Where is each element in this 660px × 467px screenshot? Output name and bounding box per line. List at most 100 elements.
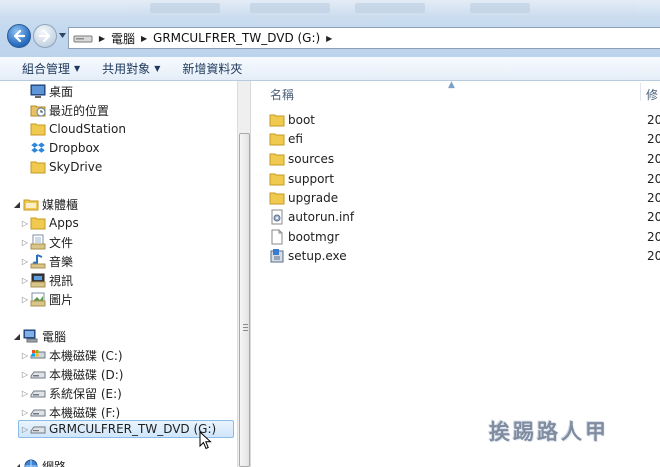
- file-date: 20: [647, 191, 660, 205]
- share-with-menu-button[interactable]: 共用對象 ▼: [102, 60, 160, 77]
- window-chrome: ▶ 電腦 ▶ GRMCULFRER_TW_DVD (G:) ▶: [0, 0, 660, 57]
- forward-arrow-icon: [38, 29, 51, 43]
- breadcrumb-separator[interactable]: ▶: [139, 34, 149, 43]
- folder-icon: [269, 192, 285, 205]
- nav-item-label: GRMCULFRER_TW_DVD (G:): [49, 422, 217, 436]
- dvd-drive-icon: [73, 35, 93, 43]
- nav-item-label: 視訊: [49, 273, 74, 288]
- dvd-drive-icon: [30, 426, 46, 434]
- folder-icon: [269, 114, 285, 127]
- pictures-library-icon: [30, 292, 46, 307]
- nav-item-label: 本機磁碟 (D:): [49, 367, 124, 382]
- background-taskbar-strip: [0, 0, 660, 18]
- file-row-setup[interactable]: setup.exe 20: [251, 247, 660, 265]
- recent-places-icon: [30, 105, 46, 117]
- desktop-icon: [30, 84, 46, 98]
- music-library-icon: [30, 254, 46, 269]
- file-name: autorun.inf: [288, 210, 355, 224]
- command-bar: 組合管理 ▼ 共用對象 ▼ 新增資料夾: [0, 57, 660, 81]
- folder-icon: [30, 217, 46, 230]
- file-date: 20: [647, 210, 660, 224]
- folder-icon: [269, 173, 285, 186]
- back-arrow-icon: [13, 29, 26, 43]
- nav-item-label: 本機磁碟 (F:): [49, 405, 121, 420]
- file-name: efi: [288, 132, 303, 146]
- file-name: setup.exe: [288, 249, 347, 263]
- file-date: 20: [647, 132, 660, 146]
- file-name: boot: [288, 113, 316, 127]
- organize-label: 組合管理: [22, 62, 71, 76]
- share-with-label: 共用對象: [102, 62, 151, 76]
- folder-icon: [30, 123, 46, 136]
- nav-item-label: Apps: [49, 216, 79, 230]
- file-name: support: [288, 172, 335, 186]
- nav-item-label: SkyDrive: [49, 160, 103, 174]
- file-row-boot[interactable]: boot 20: [251, 111, 660, 129]
- expanded-arrow-icon[interactable]: ◢: [12, 332, 22, 341]
- folder-icon: [30, 161, 46, 174]
- collapsed-arrow-icon[interactable]: ▷: [20, 295, 30, 304]
- column-divider[interactable]: [640, 83, 641, 101]
- address-bar[interactable]: ▶ 電腦 ▶ GRMCULFRER_TW_DVD (G:) ▶: [68, 27, 660, 49]
- file-row-upgrade[interactable]: upgrade 20: [251, 189, 660, 207]
- breadcrumb-computer[interactable]: 電腦: [111, 30, 135, 47]
- collapsed-arrow-icon[interactable]: ▷: [20, 389, 30, 398]
- nav-item-label: 本機磁碟 (C:): [49, 348, 123, 363]
- column-header-name[interactable]: 名稱: [270, 86, 294, 103]
- nav-item-label: 桌面: [49, 84, 74, 99]
- nav-item-label: 圖片: [49, 292, 74, 307]
- file-date: 20: [647, 152, 660, 166]
- new-folder-button[interactable]: 新增資料夾: [182, 60, 242, 77]
- organize-menu-button[interactable]: 組合管理 ▼: [22, 60, 80, 77]
- collapsed-arrow-icon[interactable]: ▷: [20, 219, 30, 228]
- collapsed-arrow-icon[interactable]: ▷: [20, 238, 30, 247]
- nav-item-label: 最近的位置: [49, 103, 110, 118]
- collapsed-arrow-icon[interactable]: ▷: [20, 425, 30, 434]
- column-header-row: ▲ 名稱 修: [251, 81, 660, 103]
- collapsed-arrow-icon[interactable]: ▷: [20, 257, 30, 266]
- video-library-icon: [30, 273, 46, 288]
- breadcrumb-separator[interactable]: ▶: [97, 34, 107, 43]
- file-date: 20: [647, 230, 660, 244]
- file-row-support[interactable]: support 20: [251, 170, 660, 188]
- file-row-efi[interactable]: efi 20: [251, 130, 660, 148]
- breadcrumb-separator[interactable]: ▶: [324, 34, 334, 43]
- nav-item-label: 系統保留 (E:): [49, 386, 122, 401]
- forward-button[interactable]: [33, 24, 57, 48]
- breadcrumb-drive[interactable]: GRMCULFRER_TW_DVD (G:): [153, 31, 320, 45]
- file-row-sources[interactable]: sources 20: [251, 150, 660, 168]
- settings-file-icon: [271, 209, 283, 225]
- hard-drive-icon: [30, 371, 46, 379]
- collapsed-arrow-icon[interactable]: ▷: [20, 408, 30, 417]
- documents-library-icon: [30, 234, 46, 250]
- chevron-down-icon: ▼: [74, 64, 81, 73]
- history-dropdown-icon[interactable]: [59, 33, 66, 38]
- column-header-date-modified[interactable]: 修: [646, 86, 658, 103]
- folder-icon: [269, 133, 285, 146]
- scrollbar-thumb[interactable]: [239, 133, 250, 467]
- file-date: 20: [647, 249, 660, 263]
- network-icon: [24, 459, 38, 467]
- file-row-autorun[interactable]: autorun.inf 20: [251, 208, 660, 226]
- file-name: upgrade: [288, 191, 339, 205]
- collapsed-arrow-icon[interactable]: ▷: [20, 351, 30, 360]
- libraries-icon: [23, 199, 39, 211]
- mouse-pointer-icon: [199, 431, 212, 450]
- file-name: bootmgr: [288, 230, 340, 244]
- nav-item-label: Dropbox: [49, 141, 100, 155]
- watermark-text: 挨踢路人甲: [489, 419, 609, 444]
- back-button[interactable]: [7, 24, 31, 48]
- navigation-scrollbar[interactable]: [237, 81, 251, 467]
- expanded-arrow-icon[interactable]: ◢: [12, 200, 22, 209]
- nav-item-label: 電腦: [42, 329, 67, 344]
- collapsed-arrow-icon[interactable]: ▷: [20, 370, 30, 379]
- expanded-arrow-icon[interactable]: ◢: [12, 462, 22, 467]
- nav-item-label: 網路: [42, 459, 67, 467]
- setup-exe-icon: [270, 249, 284, 263]
- navigation-pane: 桌面 最近的位置 CloudStation Dropbox SkyDrive ◢: [0, 81, 237, 467]
- file-name: sources: [288, 152, 335, 166]
- dropbox-icon: [31, 142, 45, 153]
- file-row-bootmgr[interactable]: bootmgr 20: [251, 228, 660, 246]
- collapsed-arrow-icon[interactable]: ▷: [20, 276, 30, 285]
- hard-drive-icon: [30, 390, 46, 398]
